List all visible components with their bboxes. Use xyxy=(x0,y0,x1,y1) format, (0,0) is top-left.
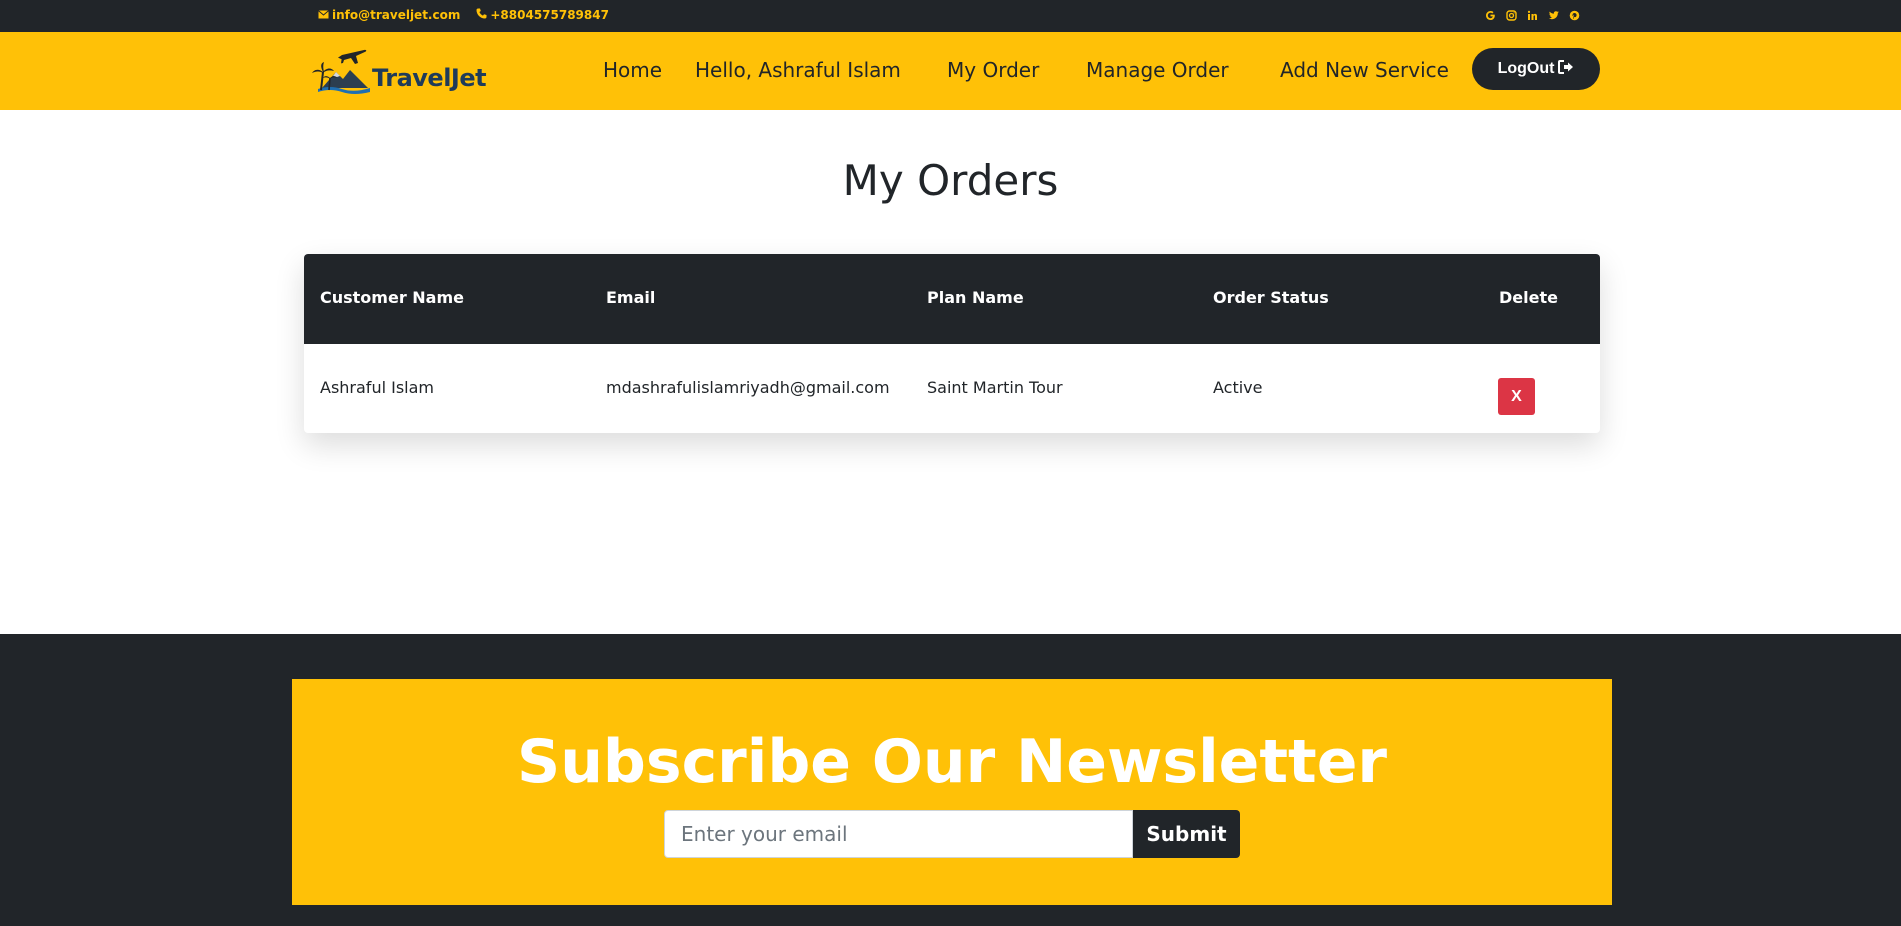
traveljet-logo[interactable]: TravelJet xyxy=(312,46,488,96)
cell-plan-name: Saint Martin Tour xyxy=(927,378,1063,397)
contact-phone-text: +8804575789847 xyxy=(490,8,609,22)
subscribe-form: Submit xyxy=(664,810,1240,858)
logout-button[interactable]: LogOut xyxy=(1472,48,1600,90)
newsletter-submit-button[interactable]: Submit xyxy=(1133,810,1240,858)
header-order-status: Order Status xyxy=(1213,288,1329,307)
page-title: My Orders xyxy=(842,156,1059,205)
twitter-icon[interactable] xyxy=(1547,7,1560,23)
top-info-bar: info@traveljet.com +8804575789847 xyxy=(0,0,1901,32)
newsletter-section: Subscribe Our Newsletter Submit xyxy=(292,679,1612,905)
main-navbar: TravelJet Home Hello, Ashraful Islam My … xyxy=(0,32,1901,110)
instagram-icon[interactable] xyxy=(1505,7,1518,23)
phone-icon xyxy=(476,8,487,22)
newsletter-email-input[interactable] xyxy=(664,810,1133,858)
cell-email: mdashrafulislamriyadh@gmail.com xyxy=(606,378,890,397)
delete-order-button[interactable]: X xyxy=(1498,378,1535,415)
orders-table: Customer Name Email Plan Name Order Stat… xyxy=(304,254,1600,433)
header-customer-name: Customer Name xyxy=(320,288,464,307)
nav-link-add-new-service[interactable]: Add New Service xyxy=(1280,58,1449,82)
contact-info: info@traveljet.com +8804575789847 xyxy=(318,8,609,22)
footer: Subscribe Our Newsletter Submit xyxy=(0,634,1901,926)
nav-link-home[interactable]: Home xyxy=(603,58,662,82)
nav-greeting-user: Hello, Ashraful Islam xyxy=(695,58,901,82)
logout-label: LogOut xyxy=(1497,60,1555,77)
social-links xyxy=(1484,7,1581,23)
google-icon[interactable] xyxy=(1484,7,1497,23)
contact-email-text: info@traveljet.com xyxy=(332,8,461,22)
newsletter-title: Subscribe Our Newsletter xyxy=(517,727,1387,797)
table-header-row: Customer Name Email Plan Name Order Stat… xyxy=(304,254,1600,344)
nav-link-my-order[interactable]: My Order xyxy=(947,58,1039,82)
linkedin-icon[interactable] xyxy=(1526,7,1539,23)
header-delete: Delete xyxy=(1499,288,1558,307)
contact-email[interactable]: info@traveljet.com xyxy=(318,8,460,22)
table-row: Ashraful Islam mdashrafulislamriyadh@gma… xyxy=(304,344,1600,433)
header-email: Email xyxy=(606,288,656,307)
envelope-icon xyxy=(318,8,329,22)
logo-text: TravelJet xyxy=(372,64,487,92)
pinterest-icon[interactable] xyxy=(1568,7,1581,23)
contact-phone[interactable]: +8804575789847 xyxy=(476,8,609,22)
header-plan-name: Plan Name xyxy=(927,288,1024,307)
cell-customer-name: Ashraful Islam xyxy=(320,378,434,397)
nav-link-manage-order[interactable]: Manage Order xyxy=(1086,58,1229,82)
sign-out-icon xyxy=(1558,59,1574,79)
cell-order-status: Active xyxy=(1213,378,1263,397)
